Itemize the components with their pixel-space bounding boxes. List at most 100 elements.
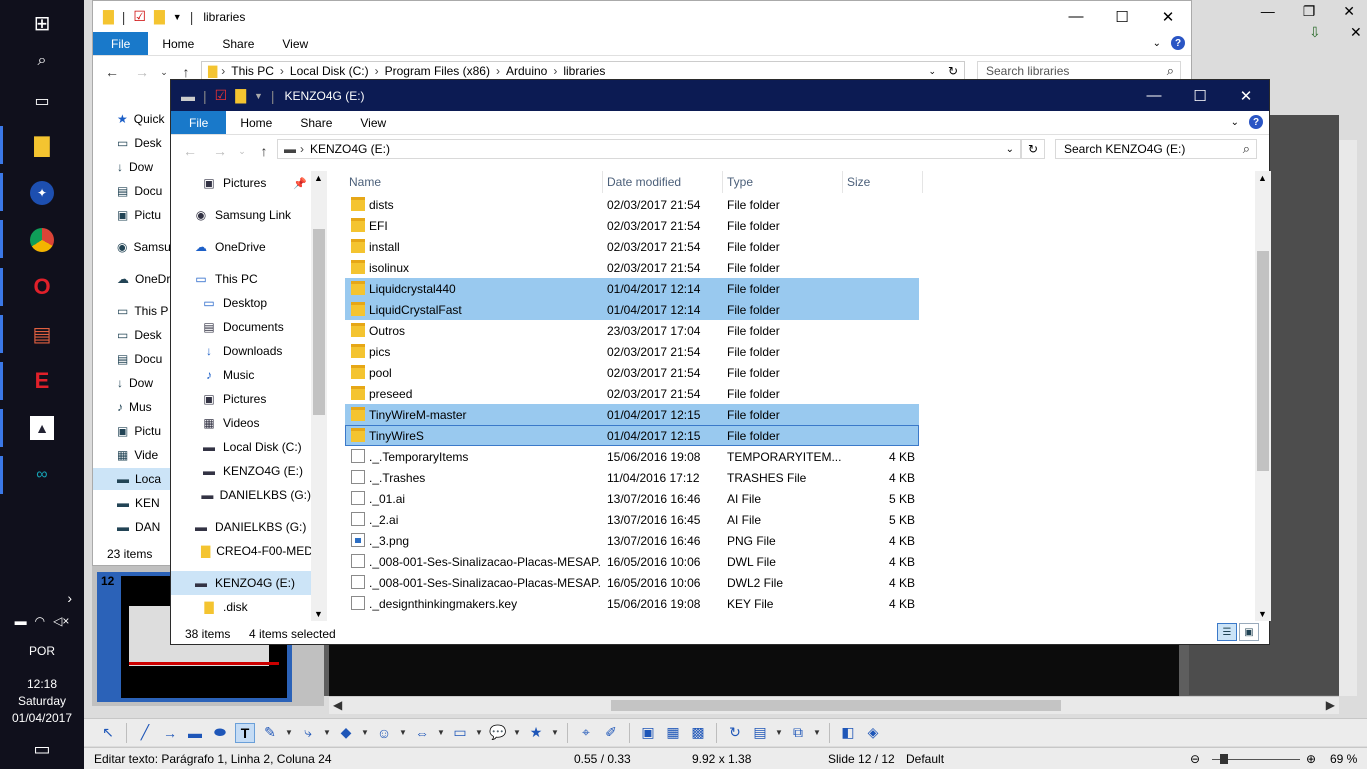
search-icon[interactable]: ⌕ xyxy=(1167,63,1174,79)
nav-item[interactable]: ▬ Local Disk (C:) xyxy=(171,435,311,459)
canvas-vertical-scrollbar[interactable] xyxy=(1339,140,1357,696)
network-icon[interactable]: ▬ xyxy=(15,614,27,628)
zoom-slider-knob[interactable] xyxy=(1220,754,1229,764)
nav-item[interactable]: ◉ Samsung Link xyxy=(171,203,311,227)
callouts-icon[interactable]: 💬 xyxy=(488,723,508,743)
zoom-level[interactable]: 69 % xyxy=(1330,752,1357,766)
nav-item[interactable]: ▇ .disk xyxy=(171,595,311,619)
address-dropdown-icon[interactable]: ⌄ xyxy=(928,66,936,77)
new-folder-icon[interactable]: ▇ xyxy=(235,87,246,104)
nav-item[interactable]: ▭ This PC xyxy=(171,267,311,291)
forward-button[interactable]: → xyxy=(127,64,157,80)
scroll-thumb[interactable] xyxy=(1257,251,1269,471)
nav-item[interactable]: ▣ Pictures 📌 xyxy=(171,171,311,195)
connector-tool-icon[interactable]: ⤷ xyxy=(298,723,318,743)
symbol-shapes-icon[interactable]: ☺ xyxy=(374,723,394,743)
rectangle-tool-icon[interactable]: ▬ xyxy=(185,723,205,743)
basic-shapes-icon[interactable]: ◆ xyxy=(336,723,356,743)
arrange-icon[interactable]: ⧉ xyxy=(788,723,808,743)
forward-button[interactable]: → xyxy=(205,143,235,159)
volume-icon[interactable]: ◁× xyxy=(53,614,69,628)
nav-item[interactable]: ▣ Pictu xyxy=(117,204,173,226)
minimize-button[interactable]: — xyxy=(1261,3,1275,19)
nav-item[interactable]: ▣ Pictures xyxy=(171,387,311,411)
close-document-icon[interactable]: ✕ xyxy=(1350,24,1362,41)
zoom-in-icon[interactable]: ⊕ xyxy=(1306,752,1316,766)
close-button[interactable]: ✕ xyxy=(1223,80,1269,111)
notification-icon[interactable]: ▭ xyxy=(0,739,84,760)
arduino-icon[interactable]: ∞ xyxy=(0,452,84,498)
curve-tool-icon[interactable]: ✎ xyxy=(260,723,280,743)
nav-item[interactable]: ↓ Downloads xyxy=(171,339,311,363)
from-file-icon[interactable]: ▦ xyxy=(663,723,683,743)
stars-icon[interactable]: ★ xyxy=(526,723,546,743)
up-button[interactable]: ↑ xyxy=(171,64,201,80)
file-row[interactable]: ._.TemporaryItems 15/06/2016 19:08 TEMPORA… xyxy=(345,446,919,467)
file-row[interactable]: ._designthinkingmakers.key 15/06/2016 19:… xyxy=(345,593,919,614)
dropdown-icon[interactable]: ▼ xyxy=(285,723,293,743)
file-row[interactable]: ._008-001-Ses-Sinalizacao-Placas-MESAP..… xyxy=(345,551,919,572)
breadcrumb-item[interactable]: This PC xyxy=(231,64,274,78)
pin-icon[interactable]: 📌 xyxy=(293,177,307,190)
dropdown-icon[interactable]: ▼ xyxy=(437,723,445,743)
column-header-type[interactable]: Type xyxy=(723,171,843,193)
nav-item[interactable]: ▬ KENZO4G (E:) xyxy=(171,571,311,595)
nav-item[interactable]: ▤ Docu xyxy=(117,180,173,202)
line-tool-icon[interactable]: ╱ xyxy=(135,723,155,743)
file-explorer-icon[interactable]: ▇ xyxy=(0,122,84,168)
file-row[interactable]: pics 02/03/2017 21:54 File folder xyxy=(345,341,919,362)
file-row[interactable]: ._3.png 13/07/2016 16:46 PNG File 4 KB xyxy=(345,530,919,551)
help-icon[interactable]: ? xyxy=(1171,36,1185,50)
minimize-button[interactable]: — xyxy=(1131,80,1177,111)
nav-item[interactable]: ▬ KENZO4G (E:) xyxy=(171,459,311,483)
close-button[interactable]: ✕ xyxy=(1145,1,1191,32)
qat-dropdown-icon[interactable]: ▼ xyxy=(254,91,263,101)
tab-home[interactable]: Home xyxy=(148,32,208,55)
clock[interactable]: 12:18 Saturday 01/04/2017 xyxy=(0,676,84,727)
scroll-up-icon[interactable]: ▲ xyxy=(1258,173,1267,183)
text-tool-icon[interactable]: T xyxy=(235,722,255,743)
restore-button[interactable]: ❐ xyxy=(1303,3,1316,20)
refresh-button[interactable]: ↻ xyxy=(1021,139,1045,159)
help-icon[interactable]: ? xyxy=(1249,115,1263,129)
file-row[interactable]: ._2.ai 13/07/2016 16:45 AI File 5 KB xyxy=(345,509,919,530)
scroll-down-icon[interactable]: ▼ xyxy=(314,609,323,619)
breadcrumb-item[interactable]: KENZO4G (E:) xyxy=(310,142,390,156)
tab-file[interactable]: File xyxy=(93,32,149,55)
dropdown-icon[interactable]: ▼ xyxy=(551,723,559,743)
address-dropdown-icon[interactable]: ⌄ xyxy=(1006,144,1014,155)
dropdown-icon[interactable]: ▼ xyxy=(775,723,783,743)
zoom-out-icon[interactable]: ⊖ xyxy=(1190,752,1200,766)
back-button[interactable]: ← xyxy=(175,143,205,159)
slide-content[interactable] xyxy=(329,640,1179,696)
photos-icon[interactable]: ▲ xyxy=(0,405,84,451)
nav-item[interactable]: ▤ Documents xyxy=(171,315,311,339)
dropdown-icon[interactable]: ▼ xyxy=(813,723,821,743)
nav-item[interactable]: ▭ Desk xyxy=(117,132,173,154)
address-bar[interactable]: ▇ › This PC › Local Disk (C:) › Program Fil… xyxy=(201,61,965,81)
nav-item[interactable]: ▦ Vide xyxy=(117,444,173,466)
nav-item[interactable]: ▬ Loca xyxy=(93,468,173,490)
canvas-horizontal-scrollbar[interactable]: ◀ ▶ xyxy=(329,696,1339,714)
column-header-size[interactable]: Size xyxy=(843,171,923,193)
align-icon[interactable]: ▤ xyxy=(750,723,770,743)
file-row[interactable]: dists 02/03/2017 21:54 File folder xyxy=(345,194,919,215)
nav-item[interactable]: ▭ Desktop xyxy=(171,291,311,315)
library-app-icon[interactable]: ▤ xyxy=(0,311,84,357)
block-arrows-icon[interactable]: ⇔ xyxy=(412,723,432,743)
scroll-left-icon[interactable]: ◀ xyxy=(333,698,342,712)
scroll-down-icon[interactable]: ▼ xyxy=(1258,609,1267,619)
nav-item[interactable]: ▣ Pictu xyxy=(117,420,173,442)
scroll-thumb[interactable] xyxy=(611,700,1061,711)
file-row[interactable]: ._.Trashes 11/04/2016 17:12 TRASHES File 4 … xyxy=(345,467,919,488)
search-icon[interactable]: ⌕ xyxy=(1243,141,1250,157)
nav-item[interactable]: ▭ This P xyxy=(117,300,173,322)
scroll-right-icon[interactable]: ▶ xyxy=(1326,698,1335,712)
nav-item[interactable]: ★ Quick xyxy=(117,108,173,130)
glue-points-icon[interactable]: ✐ xyxy=(601,723,621,743)
dropdown-icon[interactable]: ▼ xyxy=(399,723,407,743)
search-input[interactable]: Search libraries ⌕ xyxy=(977,61,1181,81)
qat-dropdown-icon[interactable]: ▼ xyxy=(173,12,182,22)
nav-item[interactable]: ▬ DANIELKBS (G:) xyxy=(171,483,311,507)
dropdown-icon[interactable]: ▼ xyxy=(475,723,483,743)
